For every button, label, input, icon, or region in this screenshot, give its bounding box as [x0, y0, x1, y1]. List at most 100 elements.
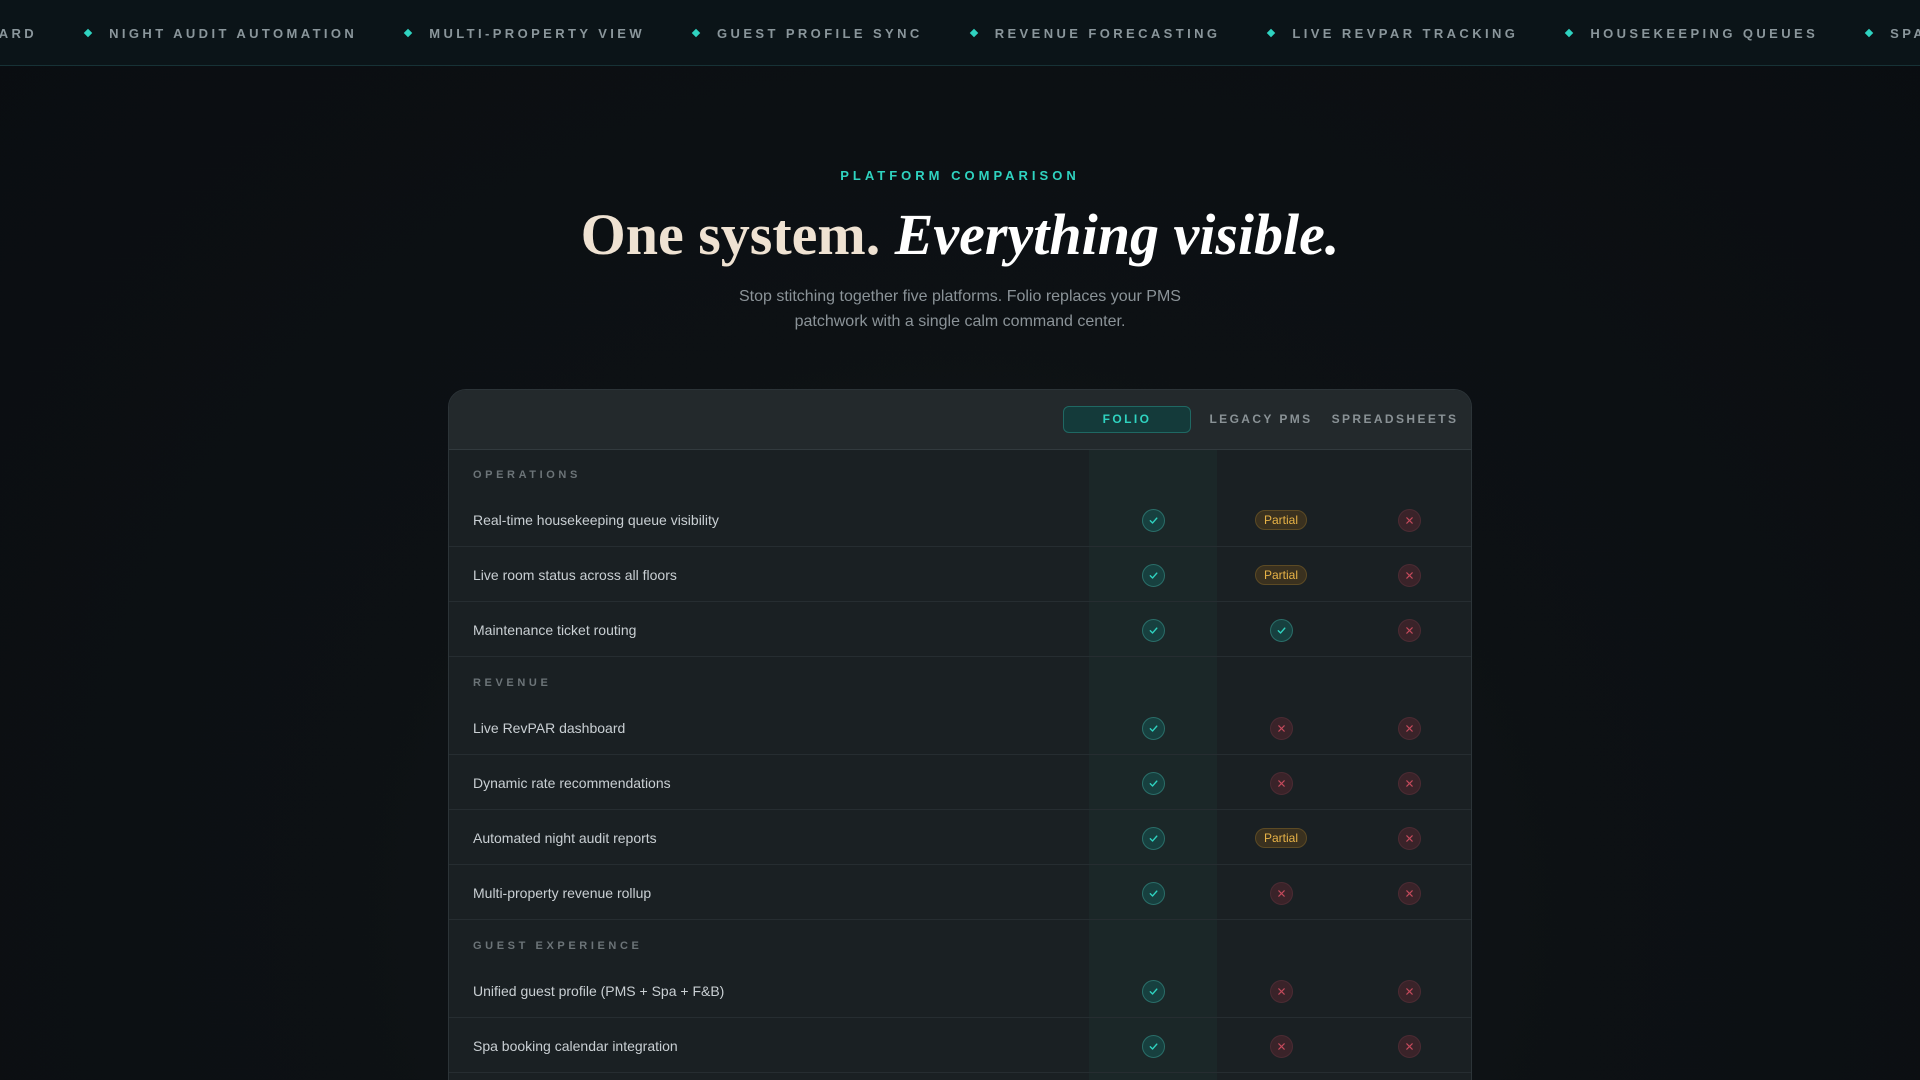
cell-spreadsheets: [1345, 1019, 1471, 1073]
cell-folio: [1089, 964, 1217, 1018]
title-plain: One system.: [580, 202, 881, 267]
section-label: OPERATIONS: [473, 469, 581, 481]
check-icon: [1141, 508, 1165, 532]
check-icon: [1141, 979, 1165, 1003]
cross-icon: [1397, 826, 1421, 850]
cell-legacy-pms: [1217, 756, 1345, 810]
cell-spreadsheets: [1345, 701, 1471, 755]
cross-icon: [1397, 1034, 1421, 1058]
ticker-label: NIGHT AUDIT AUTOMATION: [109, 25, 358, 41]
table-row: Multi-property revenue rollup: [449, 866, 1471, 920]
column-folio[interactable]: FOLIO: [1063, 406, 1191, 433]
table-row: Maintenance ticket routing: [449, 603, 1471, 657]
table-row: Automated night audit reports Partial: [449, 811, 1471, 865]
column-spreadsheets[interactable]: SPREADSHEETS: [1325, 406, 1465, 433]
table-row: Spa booking calendar integration: [449, 1019, 1471, 1073]
ticker-item: MULTI-PROPERTY VIEW: [403, 25, 646, 41]
cross-icon: [1397, 563, 1421, 587]
ticker-item: NIGHT AUDIT AUTOMATION: [83, 25, 358, 41]
diamond-icon: [691, 28, 701, 38]
ticker-item: REVENUE FORECASTING: [969, 25, 1221, 41]
check-icon: [1141, 716, 1165, 740]
cell-legacy-pms: [1217, 603, 1345, 657]
check-icon: [1141, 618, 1165, 642]
cell-spreadsheets: [1345, 493, 1471, 547]
cell-spreadsheets: [1345, 964, 1471, 1018]
diamond-icon: [1267, 28, 1276, 38]
section-eyebrow: PLATFORM COMPARISON: [840, 168, 1080, 183]
cell-folio: [1089, 866, 1217, 920]
check-icon: [1269, 618, 1293, 642]
cell-spreadsheets: [1345, 603, 1471, 657]
check-icon: [1141, 881, 1165, 905]
cell-legacy-pms: [1217, 866, 1345, 920]
cell-folio: [1089, 756, 1217, 810]
check-icon: [1141, 771, 1165, 795]
cell-spreadsheets: [1345, 756, 1471, 810]
cell-legacy-pms: [1217, 964, 1345, 1018]
row-feature-label: Real-time housekeeping queue visibility: [473, 512, 719, 528]
ticker-track: DASHBOARD NIGHT AUDIT AUTOMATION MULTI-PRO…: [0, 0, 1920, 65]
page-title: One system. Everything visible.: [0, 200, 1920, 270]
table-row: Dynamic rate recommendations: [449, 756, 1471, 810]
table-header: FOLIO LEGACY PMS SPREADSHEETS: [449, 390, 1471, 450]
row-feature-label: Unified guest profile (PMS + Spa + F&B): [473, 983, 725, 999]
cell-folio: [1089, 701, 1217, 755]
cell-folio: [1089, 811, 1217, 865]
diamond-icon: [403, 28, 413, 38]
column-legacy-pms[interactable]: LEGACY PMS: [1195, 406, 1327, 433]
row-feature-label: Spa booking calendar integration: [473, 1038, 678, 1054]
cross-icon: [1269, 1034, 1293, 1058]
row-feature-label: Automated night audit reports: [473, 830, 657, 846]
cross-icon: [1397, 771, 1421, 795]
section-label: GUEST EXPERIENCE: [473, 940, 643, 952]
ticker-item: HOUSEKEEPING QUEUES: [1565, 25, 1819, 41]
partial-badge: Partial: [1254, 828, 1307, 848]
partial-badge: Partial: [1254, 565, 1307, 585]
cross-icon: [1397, 508, 1421, 532]
cell-legacy-pms: Partial: [1217, 811, 1345, 865]
row-feature-label: Multi-property revenue rollup: [473, 885, 652, 901]
table-row: Real-time housekeeping queue visibility P…: [449, 493, 1471, 547]
ticker-label: GUEST PROFILE SYNC: [717, 25, 923, 41]
row-feature-label: Live RevPAR dashboard: [473, 720, 626, 736]
row-feature-label: Dynamic rate recommendations: [473, 775, 671, 791]
check-icon: [1141, 563, 1165, 587]
cell-spreadsheets: [1345, 866, 1471, 920]
row-feature-label: Maintenance ticket routing: [473, 622, 637, 638]
cross-icon: [1269, 716, 1293, 740]
ticker-item: DASHBOARD: [0, 26, 37, 41]
ticker-item: LIVE REVPAR TRACKING: [1267, 25, 1519, 41]
section-label: REVENUE: [473, 677, 552, 689]
check-icon: [1141, 1034, 1165, 1058]
page-subtitle: Stop stitching together five platforms. …: [739, 288, 1181, 330]
diamond-icon: [1864, 28, 1874, 38]
cross-icon: [1269, 979, 1293, 1003]
table-row: Live room status across all floors Partia…: [449, 548, 1471, 602]
ticker-label: LIVE REVPAR TRACKING: [1292, 25, 1519, 41]
ticker-label: DASHBOARD: [0, 25, 38, 41]
diamond-icon: [969, 28, 978, 38]
ticker-label: MULTI-PROPERTY VIEW: [429, 25, 646, 41]
cell-legacy-pms: [1217, 701, 1345, 755]
cross-icon: [1397, 979, 1421, 1003]
diamond-icon: [1565, 28, 1574, 38]
ticker-label: SPA BOOKINGS: [1890, 25, 1920, 41]
partial-badge: Partial: [1254, 510, 1307, 530]
cell-folio: [1089, 603, 1217, 657]
comparison-table: FOLIO LEGACY PMS SPREADSHEETS OPERATIONS…: [448, 389, 1472, 1080]
diamond-icon: [83, 28, 93, 38]
cell-folio: [1089, 493, 1217, 547]
cell-spreadsheets: [1345, 811, 1471, 865]
table-row: Unified guest profile (PMS + Spa + F&B): [449, 964, 1471, 1018]
cell-legacy-pms: [1217, 1019, 1345, 1073]
ticker-label: HOUSEKEEPING QUEUES: [1590, 25, 1819, 41]
cell-spreadsheets: [1345, 548, 1471, 602]
row-feature-label: Live room status across all floors: [473, 567, 677, 583]
ticker-item: GUEST PROFILE SYNC: [691, 25, 923, 41]
cross-icon: [1397, 716, 1421, 740]
check-icon: [1141, 826, 1165, 850]
ticker-label: REVENUE FORECASTING: [994, 25, 1221, 41]
cross-icon: [1269, 881, 1293, 905]
table-row: Live RevPAR dashboard: [449, 701, 1471, 755]
